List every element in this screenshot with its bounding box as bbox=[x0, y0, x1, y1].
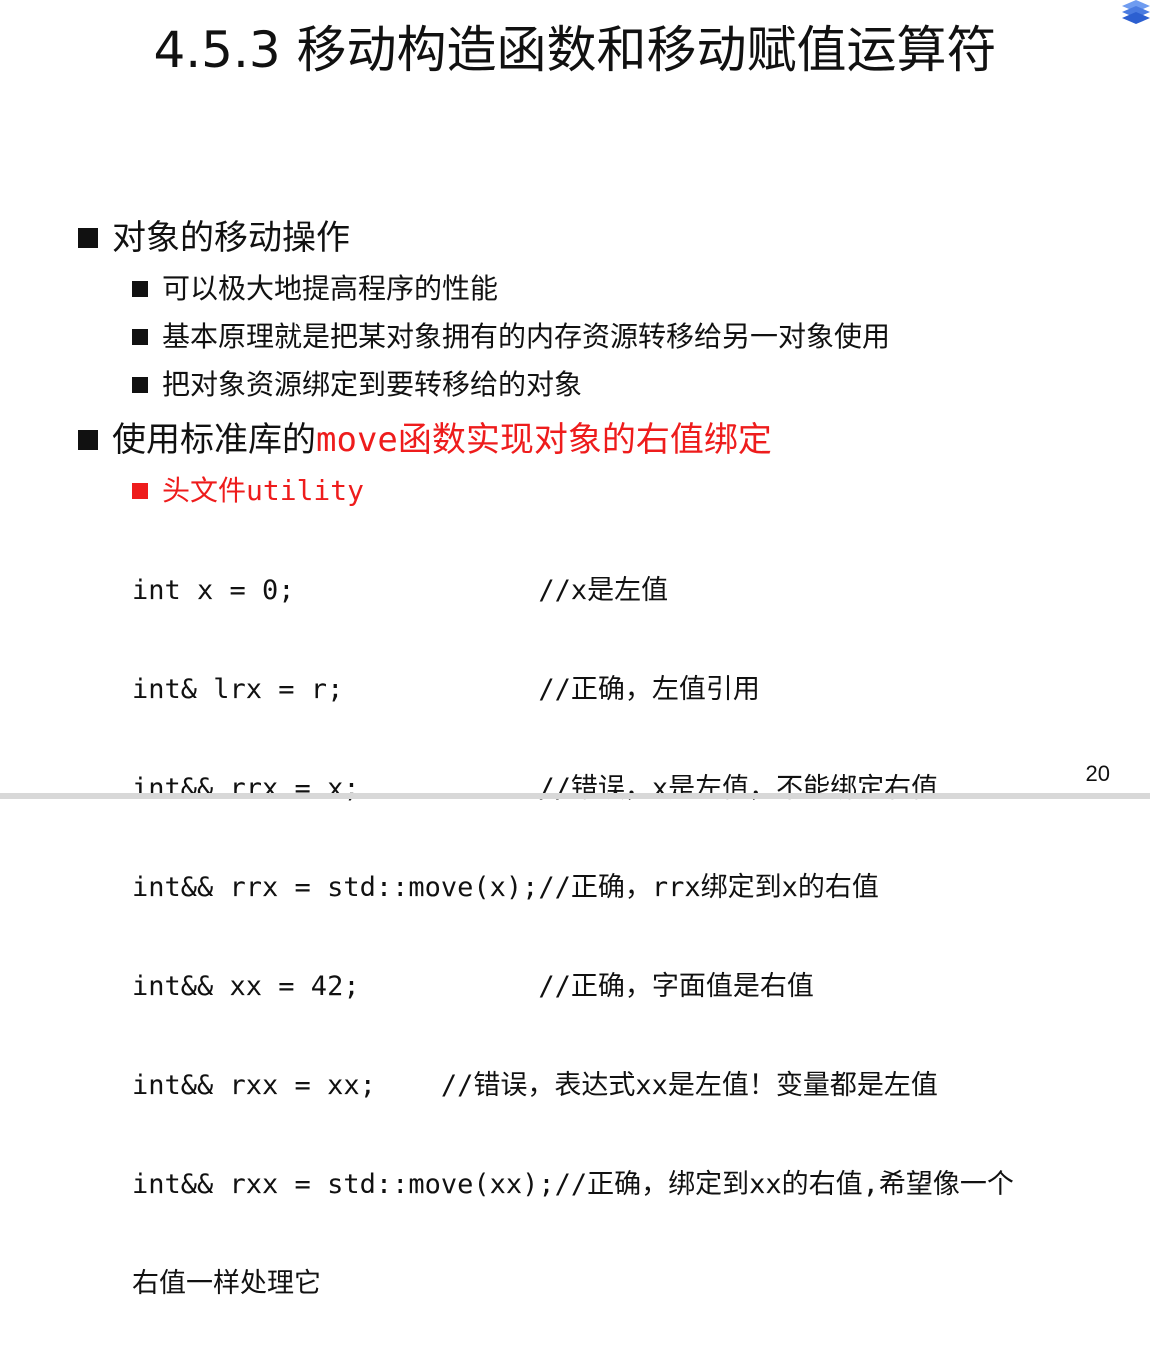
square-bullet-icon bbox=[132, 281, 148, 297]
square-bullet-icon bbox=[132, 483, 148, 499]
page-number: 20 bbox=[1085, 761, 1110, 786]
square-bullet-icon bbox=[132, 377, 148, 393]
page-title: 4.5.3 移动构造函数和移动赋值运算符 bbox=[153, 21, 997, 79]
sub-bullet: 可以极大地提高程序的性能 bbox=[132, 272, 498, 306]
code-line: int&& rrx = std::move(x);//正确，rrx绑定到x的右值 bbox=[132, 872, 879, 903]
sub-bullet-text: 头文件utility bbox=[162, 474, 365, 507]
code-line: int& lrx = r; //正确，左值引用 bbox=[132, 674, 760, 705]
code-line: int&& rxx = std::move(xx);//正确，绑定到xx的右值,… bbox=[132, 1169, 1014, 1200]
bullet-move-function: 使用标准库的 move函数实现对象的右值绑定 bbox=[78, 420, 772, 460]
sub-bullet-text: 可以极大地提高程序的性能 bbox=[162, 272, 499, 305]
code-line: int&& rxx = xx; //错误，表达式xx是左值！变量都是左值 bbox=[132, 1070, 938, 1101]
bottom-divider bbox=[0, 793, 1150, 799]
bullet-object-move: 对象的移动操作 bbox=[78, 218, 350, 258]
code-line: int x = 0; //x是左值 bbox=[132, 575, 669, 606]
highlighted-text: move函数实现对象的右值绑定 bbox=[316, 420, 772, 460]
bullet-text: 使用标准库的 bbox=[112, 420, 316, 460]
square-bullet-icon bbox=[78, 228, 98, 248]
code-block: int x = 0; //x是左值 int& lrx = r; //正确，左值引… bbox=[132, 508, 1132, 1366]
sub-bullet: 基本原理就是把某对象拥有的内存资源转移给另一对象使用 bbox=[132, 320, 890, 354]
code-line: int&& rrx = x; //错误，x是左值，不能绑定右值 bbox=[132, 773, 939, 804]
sub-bullet-text: 把对象资源绑定到要转移给的对象 bbox=[162, 368, 583, 401]
code-line: 右值一样处理它 bbox=[132, 1268, 321, 1299]
sub-bullet-text: 基本原理就是把某对象拥有的内存资源转移给另一对象使用 bbox=[162, 320, 891, 353]
square-bullet-icon bbox=[132, 329, 148, 345]
code-line: int&& xx = 42; //正确，字面值是右值 bbox=[132, 971, 814, 1002]
slide: 4.5.3 移动构造函数和移动赋值运算符 对象的移动操作 可以极大地提高程序的性… bbox=[0, 0, 1150, 1299]
sub-bullet: 把对象资源绑定到要转移给的对象 bbox=[132, 368, 582, 402]
square-bullet-icon bbox=[78, 430, 98, 450]
bullet-text: 对象的移动操作 bbox=[112, 218, 350, 258]
sub-bullet-header-file: 头文件utility bbox=[132, 474, 364, 508]
